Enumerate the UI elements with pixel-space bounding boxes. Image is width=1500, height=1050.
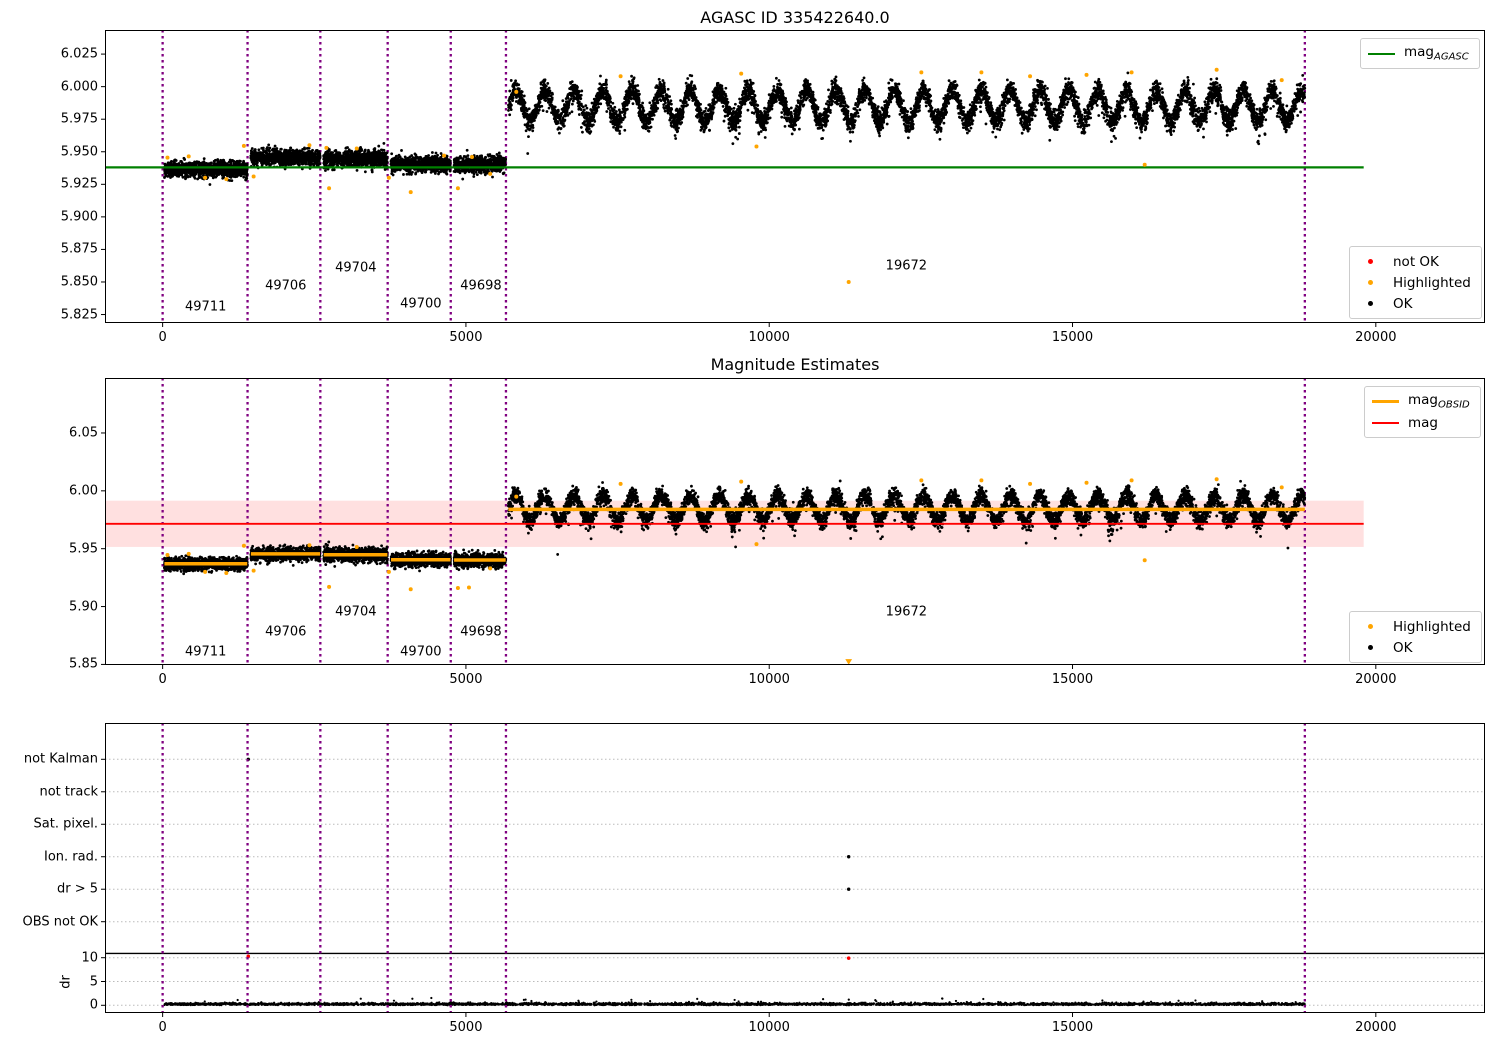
legend-entry-mag-agasc: magAGASC	[1368, 43, 1469, 64]
legend-mag-lines: magOBSID mag	[1364, 386, 1481, 438]
legend-label-highlighted: Highlighted	[1393, 618, 1471, 635]
y-tick-label: 5.875	[60, 241, 98, 257]
obsid-annotation: 49711	[185, 644, 227, 660]
legend-label-ok: OK	[1393, 639, 1413, 656]
legend-middle-scatter: Highlighted OK	[1349, 611, 1482, 663]
dr-tick-label: 10	[81, 950, 98, 966]
figure-canvas	[0, 0, 1500, 1050]
flag-row-label: dr > 5	[56, 881, 98, 897]
obsid-annotation: 49698	[460, 278, 502, 294]
x-tick-label: 20000	[1355, 672, 1397, 687]
obsid-annotation: 49700	[400, 296, 442, 312]
legend-entry-ok: OK	[1357, 637, 1471, 658]
y-tick-label: 5.850	[60, 274, 98, 290]
dot-swatch-orange	[1357, 280, 1384, 285]
legend-entry-ok: OK	[1357, 293, 1471, 314]
legend-entry-mag: mag	[1372, 412, 1470, 433]
figure: AGASC ID 335422640.0 Magnitude Estimates…	[0, 0, 1500, 1050]
legend-label-mag-agasc: magAGASC	[1404, 44, 1469, 63]
x-tick-label: 5000	[449, 672, 483, 687]
dr-axis-label: dr	[58, 975, 74, 989]
obsid-annotation: 49698	[460, 624, 502, 640]
y-tick-label: 5.90	[69, 599, 98, 615]
legend-label-highlighted: Highlighted	[1393, 274, 1471, 291]
flag-row-label: Sat. pixel.	[33, 816, 98, 832]
dr-tick-label: 0	[89, 997, 98, 1013]
dot-swatch-black	[1357, 301, 1384, 306]
legend-label-mag-obsid: magOBSID	[1408, 392, 1470, 411]
x-tick-label: 0	[158, 672, 167, 687]
flag-row-label: not track	[39, 784, 98, 800]
legend-entry-not-ok: not OK	[1357, 251, 1471, 272]
plot-title-top: AGASC ID 335422640.0	[700, 8, 890, 27]
line-swatch-red	[1372, 421, 1399, 424]
x-tick-label: 5000	[449, 330, 483, 345]
legend-entry-highlighted: Highlighted	[1357, 616, 1471, 637]
obsid-annotation: 49704	[335, 260, 377, 276]
y-tick-label: 5.975	[60, 111, 98, 127]
x-tick-label: 15000	[1051, 672, 1094, 687]
obsid-annotation: 19672	[885, 604, 928, 620]
plot-title-middle: Magnitude Estimates	[710, 355, 880, 374]
legend-label-ok: OK	[1393, 295, 1413, 312]
y-tick-label: 5.85	[69, 656, 98, 672]
y-tick-label: 6.025	[60, 46, 98, 62]
flag-row-label: not Kalman	[23, 751, 98, 767]
line-swatch-green	[1368, 52, 1395, 55]
legend-entry-mag-obsid: magOBSID	[1372, 391, 1470, 412]
x-tick-label: 15000	[1051, 330, 1094, 345]
dot-swatch-red	[1357, 259, 1384, 264]
legend-entry-highlighted: Highlighted	[1357, 272, 1471, 293]
y-tick-label: 6.05	[69, 425, 98, 441]
x-tick-label: 10000	[748, 672, 790, 687]
x-tick-label: 5000	[449, 1020, 483, 1035]
line-swatch-orange	[1372, 400, 1399, 403]
y-tick-label: 5.825	[60, 307, 98, 323]
x-tick-label: 0	[158, 1020, 167, 1035]
x-tick-label: 20000	[1355, 1020, 1397, 1035]
obsid-annotation: 49711	[185, 299, 227, 315]
x-tick-label: 10000	[748, 1020, 790, 1035]
obsid-annotation: 49700	[400, 644, 442, 660]
dr-tick-label: 5	[89, 974, 98, 989]
y-tick-label: 5.900	[60, 209, 98, 225]
flag-row-label: Ion. rad.	[44, 849, 98, 865]
flag-row-label: OBS not OK	[22, 914, 99, 930]
legend-mag-agasc: magAGASC	[1360, 38, 1480, 69]
dot-swatch-orange	[1357, 624, 1384, 629]
y-tick-label: 5.925	[60, 176, 98, 192]
y-tick-label: 6.00	[69, 483, 98, 499]
y-tick-label: 6.000	[60, 79, 98, 95]
x-tick-label: 0	[158, 330, 167, 345]
obsid-annotation: 49704	[335, 604, 377, 620]
x-tick-label: 20000	[1355, 330, 1397, 345]
obsid-annotation: 49706	[265, 624, 307, 640]
y-tick-label: 5.95	[69, 541, 98, 557]
x-tick-label: 15000	[1051, 1020, 1094, 1035]
legend-top-scatter: not OK Highlighted OK	[1349, 246, 1482, 319]
obsid-annotation: 19672	[885, 258, 928, 274]
y-tick-label: 5.950	[60, 144, 98, 160]
dot-swatch-black	[1357, 645, 1384, 650]
legend-label-not-ok: not OK	[1393, 253, 1439, 270]
x-tick-label: 10000	[748, 330, 790, 345]
obsid-annotation: 49706	[265, 278, 307, 294]
legend-label-mag: mag	[1408, 414, 1438, 431]
